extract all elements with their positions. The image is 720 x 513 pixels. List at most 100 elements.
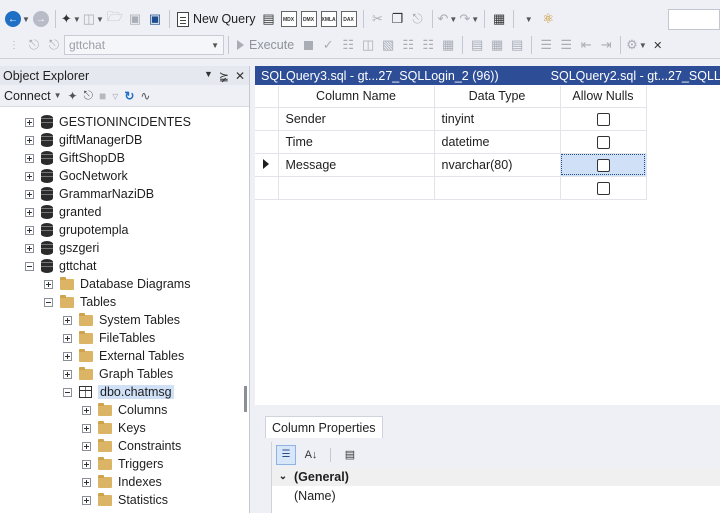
find-icon[interactable]: ⚛	[539, 8, 557, 30]
expand-icon[interactable]	[25, 207, 34, 217]
data-type-cell[interactable]: nvarchar(80)	[434, 153, 561, 177]
alphabetical-sort-icon[interactable]: A↓	[301, 445, 321, 465]
cancel-query-icon[interactable]	[299, 34, 317, 56]
specify-values-icon[interactable]: ⚙ ▼	[626, 34, 647, 56]
column-row[interactable]	[255, 176, 647, 200]
xmla-query-button[interactable]: XMLA	[320, 8, 338, 30]
cut-icon[interactable]: ✂	[369, 8, 387, 30]
copy-icon[interactable]: ❐	[389, 8, 407, 30]
refresh-icon[interactable]: ↻	[124, 89, 134, 103]
forward-icon[interactable]: →	[32, 8, 50, 30]
expand-icon[interactable]	[82, 441, 91, 451]
results-to-grid-icon[interactable]: ▦	[488, 34, 506, 56]
expand-icon[interactable]	[63, 315, 72, 325]
tree-node[interactable]: Statistics	[82, 491, 168, 509]
tree-scrollbar-thumb[interactable]	[244, 386, 247, 412]
expand-icon[interactable]	[25, 171, 34, 181]
expand-icon[interactable]	[82, 459, 91, 469]
allow-nulls-cell[interactable]	[560, 107, 647, 131]
tree-node[interactable]: GocNetwork	[25, 167, 128, 185]
data-type-cell[interactable]	[434, 176, 561, 200]
row-selector[interactable]	[255, 130, 279, 154]
parse-icon[interactable]: ✓	[319, 34, 337, 56]
column-name-cell[interactable]: Message	[278, 153, 435, 177]
tree-node[interactable]: External Tables	[63, 347, 184, 365]
expand-icon[interactable]	[44, 279, 53, 289]
open-file-icon[interactable]: 🗁	[106, 8, 124, 30]
column-row[interactable]: Time datetime	[255, 130, 647, 154]
expand-icon[interactable]	[25, 153, 34, 163]
tree-node[interactable]: Tables	[44, 293, 116, 311]
results-to-text-icon[interactable]: ▤	[468, 34, 486, 56]
comment-icon[interactable]: ☰	[537, 34, 555, 56]
execute-button[interactable]: Execute	[233, 38, 298, 52]
collapse-icon[interactable]	[63, 387, 72, 397]
allow-nulls-checkbox[interactable]	[596, 181, 610, 195]
close-icon[interactable]: ✕	[235, 69, 245, 83]
tree-node[interactable]: gszgeri	[25, 239, 99, 257]
uncomment-icon[interactable]: ☰	[557, 34, 575, 56]
categorized-view-icon[interactable]: ☰	[276, 444, 296, 465]
activity-monitor-icon[interactable]: ▦	[490, 8, 508, 30]
column-name-cell[interactable]	[278, 176, 435, 200]
dax-query-button[interactable]: DAX	[340, 8, 358, 30]
tab-sqlquery2[interactable]: SQLQuery2.sql - gt...27_SQLLogin_2 (7	[545, 69, 720, 83]
intellisense-icon[interactable]: ▧	[379, 34, 397, 56]
dmx-query-button[interactable]: DMX	[300, 8, 318, 30]
collapse-icon[interactable]	[25, 261, 34, 271]
expand-icon[interactable]	[25, 189, 34, 199]
data-type-cell[interactable]: datetime	[434, 130, 561, 154]
client-stats-icon[interactable]: ▦	[439, 34, 457, 56]
search-input[interactable]	[668, 9, 720, 30]
actual-plan-icon[interactable]: ☷	[399, 34, 417, 56]
connect-button[interactable]: Connect ▼	[4, 89, 61, 103]
tree-node[interactable]: GrammarNaziDB	[25, 185, 154, 203]
row-selector[interactable]	[255, 153, 279, 177]
database-engine-query-icon[interactable]: ▤	[260, 8, 278, 30]
results-to-file-icon[interactable]: ▤	[508, 34, 526, 56]
tree-node[interactable]: Keys	[82, 419, 146, 437]
collapse-icon[interactable]	[44, 297, 53, 307]
chevron-down-icon[interactable]: ⌄	[272, 471, 294, 482]
estimated-plan-icon[interactable]: ☷	[339, 34, 357, 56]
tree-node[interactable]: Indexes	[82, 473, 162, 491]
database-select[interactable]: gttchat ▼	[64, 35, 224, 55]
expand-icon[interactable]	[25, 135, 34, 145]
expand-icon[interactable]	[82, 405, 91, 415]
tree-node[interactable]: Constraints	[82, 437, 181, 455]
stop-icon[interactable]: ■	[99, 89, 106, 103]
close-toolbar-icon[interactable]: ✕	[649, 34, 667, 56]
disconnect-icon[interactable]: ⎋	[84, 88, 94, 103]
back-icon[interactable]: ← ▼	[5, 8, 30, 30]
new-query-button[interactable]: New Query	[174, 8, 259, 30]
expand-icon[interactable]	[82, 477, 91, 487]
window-position-icon[interactable]: ▼	[204, 69, 213, 83]
tree-node[interactable]: grupotempla	[25, 221, 129, 239]
allow-nulls-cell[interactable]	[560, 130, 647, 154]
add-item-icon[interactable]: ◫ ▼	[83, 8, 104, 30]
tree-node[interactable]: Database Diagrams	[44, 275, 190, 293]
new-project-icon[interactable]: ✦ ▼	[61, 8, 81, 30]
save-icon[interactable]: ▣	[126, 8, 144, 30]
tree-node[interactable]: Triggers	[82, 455, 163, 473]
allow-nulls-cell[interactable]	[560, 153, 647, 177]
tree-node[interactable]: granted	[25, 203, 101, 221]
expand-icon[interactable]	[25, 243, 34, 253]
row-selector[interactable]	[255, 107, 279, 131]
tree-node[interactable]: giftManagerDB	[25, 131, 142, 149]
tree-node[interactable]: GiftShopDB	[25, 149, 125, 167]
expand-icon[interactable]	[63, 369, 72, 379]
tree-node[interactable]: GESTIONINCIDENTES	[25, 113, 191, 131]
activity-monitor-icon[interactable]: ∿	[140, 89, 150, 103]
column-row[interactable]: Sender tinyint	[255, 107, 647, 131]
mdx-query-button[interactable]: MDX	[280, 8, 298, 30]
tree-node[interactable]: gttchat	[25, 257, 97, 275]
property-pages-icon[interactable]: ▤	[340, 445, 360, 465]
tree-node[interactable]: FileTables	[63, 329, 155, 347]
undo-icon[interactable]: ↶ ▼	[438, 8, 458, 30]
tree-node[interactable]: Graph Tables	[63, 365, 173, 383]
redo-icon[interactable]: ↷ ▼	[459, 8, 479, 30]
outdent-icon[interactable]: ⇤	[577, 34, 595, 56]
row-selector[interactable]	[255, 176, 279, 200]
tab-column-properties[interactable]: Column Properties	[265, 416, 383, 438]
